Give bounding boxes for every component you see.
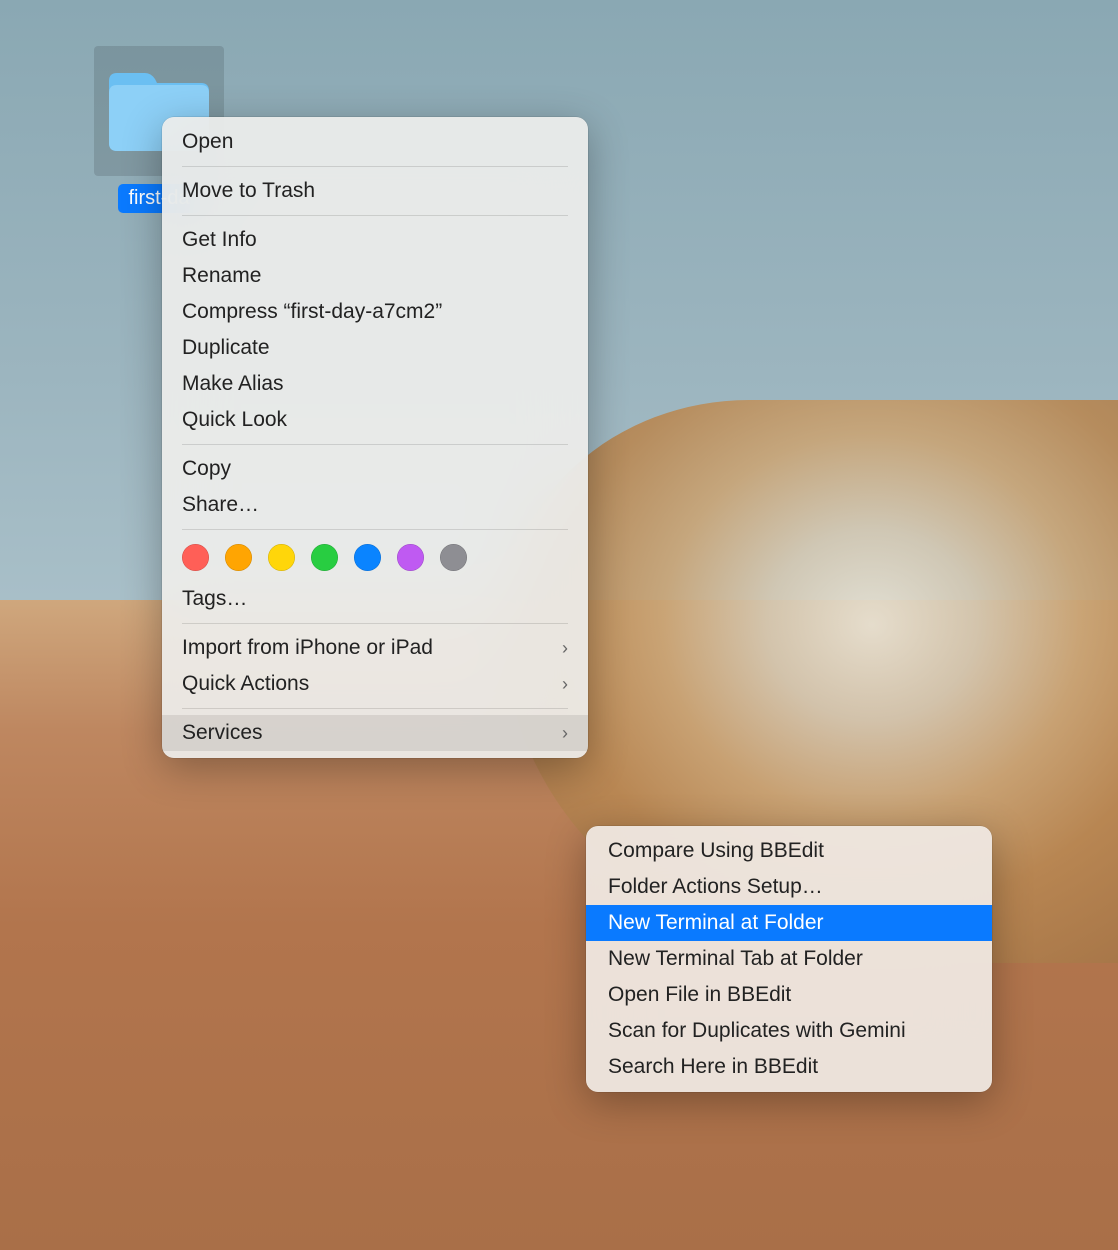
submenu-folder-actions[interactable]: Folder Actions Setup… bbox=[586, 869, 992, 905]
submenu-newterminal-label: New Terminal at Folder bbox=[608, 911, 824, 935]
menu-getinfo-label: Get Info bbox=[182, 228, 257, 252]
submenu-openbbedit-label: Open File in BBEdit bbox=[608, 983, 791, 1007]
menu-copy-label: Copy bbox=[182, 457, 231, 481]
menu-open[interactable]: Open bbox=[162, 124, 588, 160]
submenu-folderactions-label: Folder Actions Setup… bbox=[608, 875, 823, 899]
submenu-compare-label: Compare Using BBEdit bbox=[608, 839, 824, 863]
services-submenu: Compare Using BBEdit Folder Actions Setu… bbox=[586, 826, 992, 1092]
menu-quicklook-label: Quick Look bbox=[182, 408, 287, 432]
menu-copy[interactable]: Copy bbox=[162, 451, 588, 487]
submenu-search-bbedit[interactable]: Search Here in BBEdit bbox=[586, 1049, 992, 1085]
menu-import-device[interactable]: Import from iPhone or iPad › bbox=[162, 630, 588, 666]
menu-duplicate-label: Duplicate bbox=[182, 336, 270, 360]
submenu-new-terminal[interactable]: New Terminal at Folder bbox=[586, 905, 992, 941]
tag-color-yellow[interactable] bbox=[268, 544, 295, 571]
menu-services-label: Services bbox=[182, 721, 263, 745]
menu-make-alias[interactable]: Make Alias bbox=[162, 366, 588, 402]
menu-share[interactable]: Share… bbox=[162, 487, 588, 523]
menu-compress[interactable]: Compress “first-day-a7cm2” bbox=[162, 294, 588, 330]
menu-separator bbox=[182, 529, 568, 530]
tag-color-purple[interactable] bbox=[397, 544, 424, 571]
tag-color-green[interactable] bbox=[311, 544, 338, 571]
menu-quickactions-label: Quick Actions bbox=[182, 672, 309, 696]
menu-separator bbox=[182, 708, 568, 709]
menu-open-label: Open bbox=[182, 130, 233, 154]
menu-get-info[interactable]: Get Info bbox=[162, 222, 588, 258]
submenu-scandup-label: Scan for Duplicates with Gemini bbox=[608, 1019, 906, 1043]
menu-quick-look[interactable]: Quick Look bbox=[162, 402, 588, 438]
menu-tags[interactable]: Tags… bbox=[162, 581, 588, 617]
menu-separator bbox=[182, 166, 568, 167]
submenu-scan-duplicates[interactable]: Scan for Duplicates with Gemini bbox=[586, 1013, 992, 1049]
menu-trash-label: Move to Trash bbox=[182, 179, 315, 203]
chevron-right-icon: › bbox=[562, 674, 568, 695]
menu-compress-label: Compress “first-day-a7cm2” bbox=[182, 300, 442, 324]
menu-rename-label: Rename bbox=[182, 264, 261, 288]
tag-color-orange[interactable] bbox=[225, 544, 252, 571]
submenu-compare-bbedit[interactable]: Compare Using BBEdit bbox=[586, 833, 992, 869]
menu-separator bbox=[182, 444, 568, 445]
menu-services[interactable]: Services › bbox=[162, 715, 588, 751]
chevron-right-icon: › bbox=[562, 638, 568, 659]
submenu-newterminaltab-label: New Terminal Tab at Folder bbox=[608, 947, 863, 971]
menu-rename[interactable]: Rename bbox=[162, 258, 588, 294]
tag-color-red[interactable] bbox=[182, 544, 209, 571]
context-menu: Open Move to Trash Get Info Rename Compr… bbox=[162, 117, 588, 758]
tag-color-row bbox=[162, 536, 588, 581]
submenu-open-file-bbedit[interactable]: Open File in BBEdit bbox=[586, 977, 992, 1013]
submenu-new-terminal-tab[interactable]: New Terminal Tab at Folder bbox=[586, 941, 992, 977]
menu-import-label: Import from iPhone or iPad bbox=[182, 636, 433, 660]
menu-move-to-trash[interactable]: Move to Trash bbox=[162, 173, 588, 209]
menu-duplicate[interactable]: Duplicate bbox=[162, 330, 588, 366]
menu-separator bbox=[182, 623, 568, 624]
menu-quick-actions[interactable]: Quick Actions › bbox=[162, 666, 588, 702]
tag-color-blue[interactable] bbox=[354, 544, 381, 571]
tag-color-gray[interactable] bbox=[440, 544, 467, 571]
submenu-searchbbedit-label: Search Here in BBEdit bbox=[608, 1055, 818, 1079]
menu-tags-label: Tags… bbox=[182, 587, 247, 611]
menu-alias-label: Make Alias bbox=[182, 372, 284, 396]
chevron-right-icon: › bbox=[562, 723, 568, 744]
menu-separator bbox=[182, 215, 568, 216]
menu-share-label: Share… bbox=[182, 493, 259, 517]
